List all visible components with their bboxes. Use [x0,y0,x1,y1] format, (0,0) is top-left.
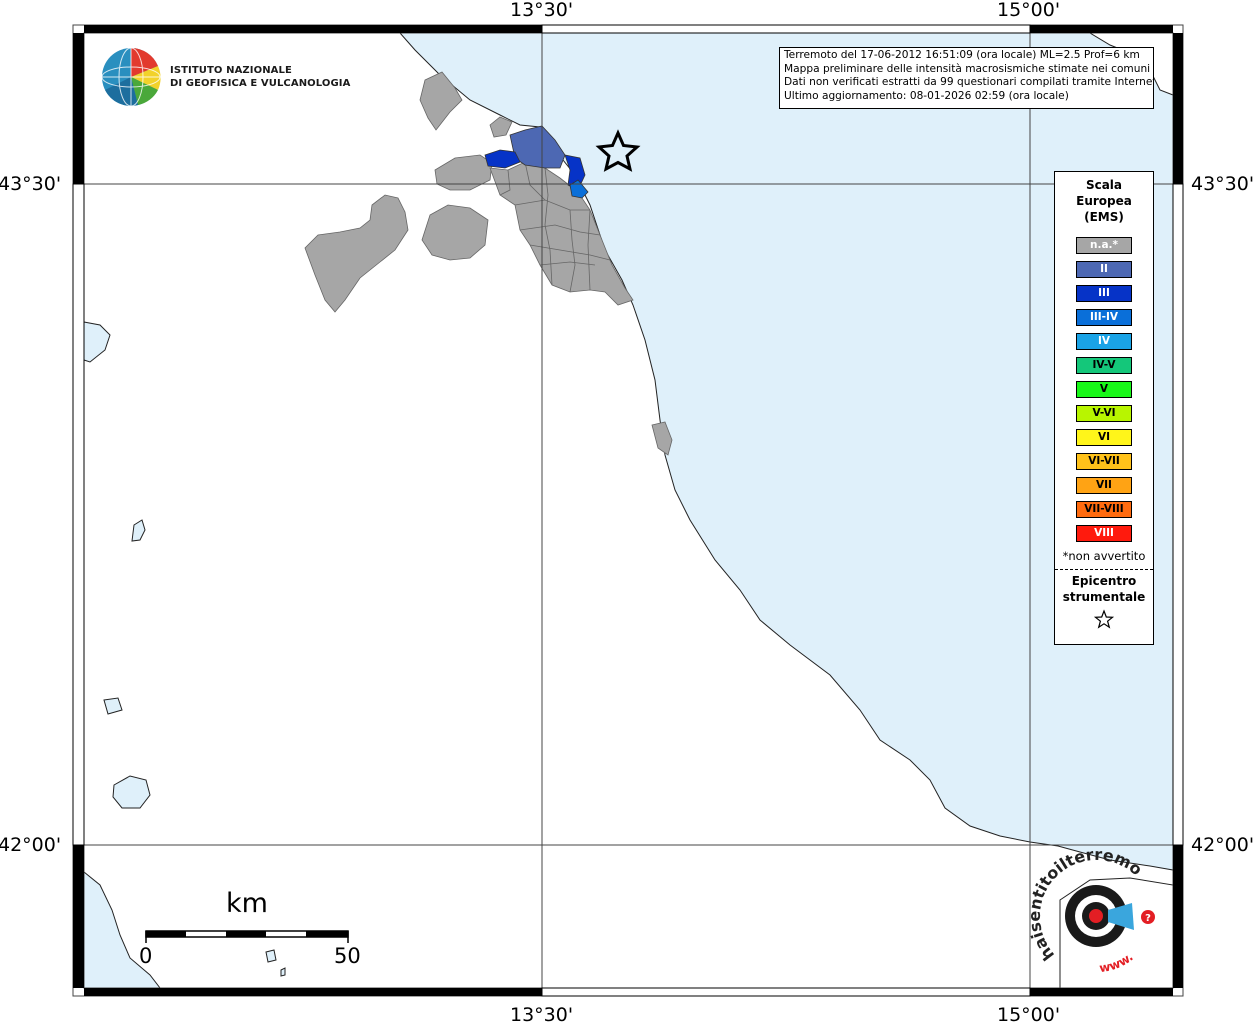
info-line-2: Mappa preliminare delle intensità macros… [784,62,1151,75]
earthquake-info-box: Terremoto del 17-06-2012 16:51:09 (ora l… [779,47,1154,109]
legend-item: VII [1076,477,1132,494]
lon-label-bottom-right: 15°00' [997,1004,1061,1026]
legend-star-icon [1093,609,1115,629]
legend-item: VIII [1076,525,1132,542]
legend-title: Scala Europea (EMS) [1055,177,1153,225]
legend-item: III-IV [1076,309,1132,326]
legend-item: VII-VIII [1076,501,1132,518]
legend-item: IV-V [1076,357,1132,374]
info-line-3: Dati non verificati estratti da 99 quest… [784,76,1154,89]
svg-text:?: ? [1145,913,1151,924]
legend-item: VI [1076,429,1132,446]
lat-label-right-bottom: 42°00' [1191,834,1255,856]
legend-epicenter-line2: strumentale [1062,590,1146,604]
lake-small [280,967,286,977]
lake-small [265,949,277,963]
info-line-4: Ultimo aggiornamento: 08-01-2026 02:59 (… [784,89,1069,102]
ingv-logo-text: ISTITUTO NAZIONALE DI GEOFISICA E VULCAN… [170,64,350,90]
legend-item: VI-VII [1076,453,1132,470]
ingv-logo-line1: ISTITUTO NAZIONALE [170,65,292,76]
lat-label-left-bottom: 42°00' [0,834,62,856]
legend-epicenter-label: Epicentro strumentale [1055,573,1153,605]
legend-epicenter-line1: Epicentro [1071,574,1137,588]
legend-note: *non avvertito [1062,549,1146,563]
lon-label-bottom-left: 13°30' [510,1004,574,1026]
lat-label-left-top: 43°30' [0,173,62,195]
legend-item: V [1076,381,1132,398]
legend-title-line1: Scala [1085,178,1123,192]
ingv-logo-line2: DI GEOFISICA E VULCANOLOGIA [170,78,351,89]
lon-label-top-right: 15°00' [997,0,1061,21]
legend-title-line3: (EMS) [1084,210,1124,224]
legend-items: n.a.* II III III-IV IV IV-V V V-VI VI VI-VII VII VI… [1055,237,1153,542]
ingv-logo-icon [101,47,161,107]
scale-unit: km [226,888,268,919]
scale-min: 0 [139,944,153,968]
lat-label-right-top: 43°30' [1191,173,1255,195]
legend-item: III [1076,285,1132,302]
intensity-legend: Scala Europea (EMS) n.a.* II III III-IV IV IV… [1054,171,1154,645]
legend-item: V-VI [1076,405,1132,422]
legend-separator [1055,569,1153,570]
legend-item: II [1076,261,1132,278]
legend-item: n.a.* [1076,237,1132,254]
scale-max: 50 [334,944,361,968]
lon-label-top-left: 13°30' [510,0,574,21]
legend-title-line2: Europea [1076,194,1132,208]
info-line-1: Terremoto del 17-06-2012 16:51:09 (ora l… [784,49,1140,61]
legend-item: IV [1076,333,1132,350]
